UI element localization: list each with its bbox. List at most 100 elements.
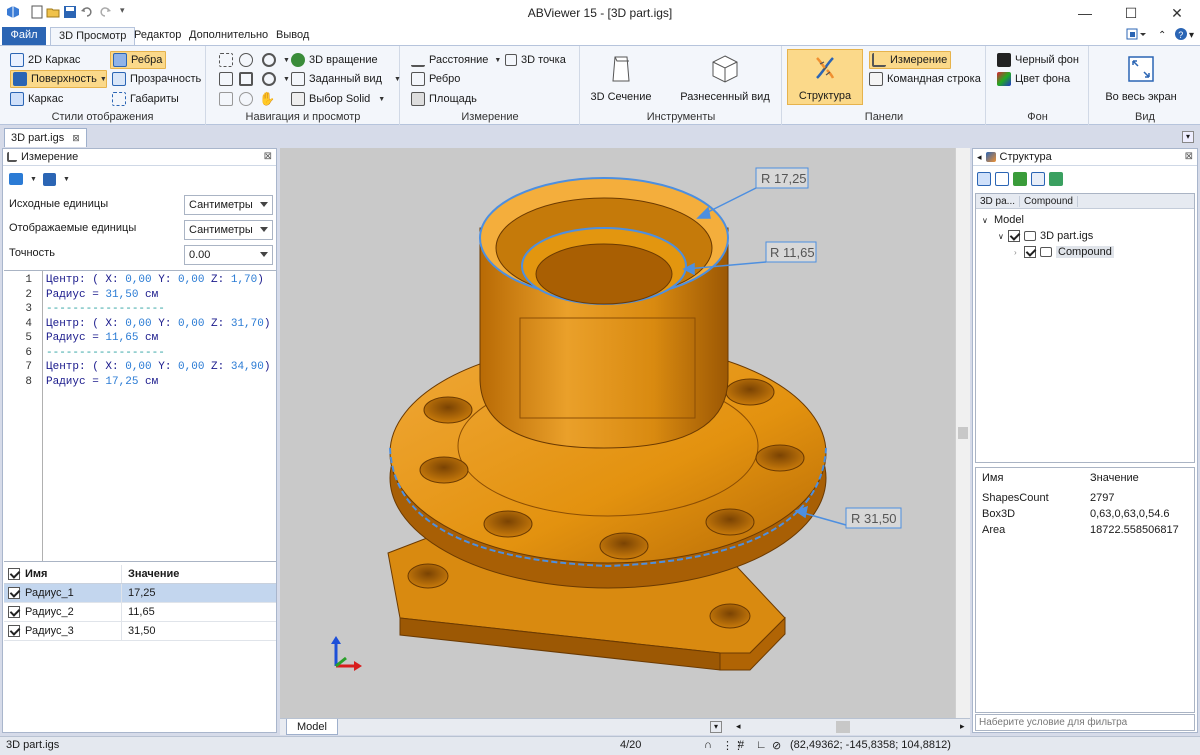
table-row[interactable]: Радиус_3 31,50 [4, 622, 276, 641]
precision-select[interactable]: 0.00 [184, 245, 273, 265]
tab-file[interactable]: Файл [2, 27, 46, 45]
close-button[interactable]: ✕ [1154, 0, 1200, 26]
tab-advanced[interactable]: Дополнительно [181, 27, 276, 45]
wireframe-button[interactable]: Каркас [10, 90, 63, 108]
model-layout-tab[interactable]: Model [286, 719, 338, 735]
lineweight-icon[interactable]: ⊘ [772, 739, 781, 752]
collapse-icon[interactable]: ∨ [998, 232, 1008, 241]
filter-input[interactable]: Наберите условие для фильтра [975, 714, 1195, 731]
table-row[interactable]: Радиус_2 11,65 [4, 603, 276, 622]
svg-text:R 31,50: R 31,50 [851, 511, 897, 526]
fullscreen-button[interactable]: Во весь экран [1100, 49, 1182, 105]
prop-row[interactable]: ShapesCount 2797 [982, 492, 1114, 508]
row-checkbox[interactable] [8, 606, 20, 618]
refresh-icon[interactable] [1013, 172, 1027, 186]
close-panel-icon[interactable]: ⊠ [1185, 151, 1193, 162]
measurement-output-editor[interactable]: 1 2 3 4 5 6 7 8 Центр: ( X: 0,00 Y: 0,00 Z: 1,7… [4, 270, 276, 562]
maximize-button[interactable]: ☐ [1108, 0, 1154, 26]
tree-node-compound[interactable]: › Compound [1014, 244, 1114, 260]
export-tree-icon[interactable] [1049, 172, 1063, 186]
prop-row[interactable]: Area 18722.558506817 [982, 524, 1179, 540]
tree-view-icon[interactable] [977, 172, 991, 186]
tab-editor[interactable]: Редактор [126, 27, 189, 45]
preset-view-button[interactable]: Заданный вид ▼ [291, 70, 401, 88]
scroll-thumb[interactable] [958, 427, 968, 439]
zoom-in-icon[interactable]: ▼ [262, 51, 290, 69]
zoom-window-icon[interactable] [219, 51, 237, 69]
point-3d-button[interactable]: 3D точка [505, 51, 566, 69]
preset-view-icon [291, 72, 305, 86]
prop-row[interactable]: Box3D 0,63,0,63,0,54.6 [982, 508, 1170, 524]
fit-view-icon[interactable] [239, 70, 257, 88]
zoom-realtime-icon[interactable] [239, 51, 257, 69]
expand-icon[interactable]: › [1014, 248, 1024, 257]
group-label-styles: Стили отображения [51, 111, 154, 123]
visibility-checkbox[interactable] [1024, 246, 1036, 258]
grid-icon[interactable]: # [738, 739, 744, 751]
table-row[interactable]: Радиус_1 17,25 [4, 584, 276, 603]
pin-icon[interactable]: ◂ [977, 152, 982, 163]
section-3d-button[interactable]: 3D Сечение [589, 49, 653, 105]
transparency-button[interactable]: Прозрачность [112, 70, 201, 88]
visibility-checkbox[interactable] [1008, 230, 1020, 242]
solid-select-button[interactable]: Выбор Solid ▼ [291, 90, 385, 108]
ribbon-tabs: Файл 3D Просмотр Редактор Дополнительно … [0, 26, 1200, 45]
select-all-checkbox[interactable] [8, 568, 20, 580]
command-line-button[interactable]: Командная строка [869, 70, 981, 88]
document-tab[interactable]: 3D part.igs ⊠ [4, 128, 87, 147]
row-checkbox[interactable] [8, 625, 20, 637]
help-dropdown-icon[interactable]: ▾ [1181, 27, 1200, 45]
bounds-button[interactable]: Габариты [112, 90, 179, 108]
surface-dropdown-icon[interactable]: ▼ [100, 76, 107, 83]
columns-icon[interactable] [995, 172, 1009, 186]
tab-output[interactable]: Вывод [268, 27, 317, 45]
minimize-button[interactable]: — [1062, 0, 1108, 26]
ortho-icon[interactable]: ∟ [756, 739, 767, 751]
close-panel-icon[interactable]: ⊠ [264, 151, 272, 162]
save-measure-button[interactable]: ▼ [43, 170, 70, 188]
structure-tree[interactable]: 3D pa... Compound ∨ Model ∨ 3D part.igs › C… [975, 193, 1195, 463]
close-tab-icon[interactable]: ⊠ [72, 133, 80, 144]
pan-hand-icon[interactable]: ✋ [259, 90, 275, 108]
black-background-button[interactable]: Черный фон [997, 51, 1079, 69]
group-tools: 3D Сечение Разнесенный вид Инструменты [581, 46, 782, 125]
3d-model-render[interactable]: R 17,25 R 11,65 R 31,50 [280, 148, 955, 718]
snap-magnet-icon[interactable]: ∩ [704, 739, 712, 751]
tab-list-icon[interactable]: ▾ [1182, 131, 1194, 143]
area-icon [411, 92, 425, 106]
ribbon: 2D Каркас Поверхность ▼ Каркас Ребра Проз… [0, 45, 1200, 125]
exploded-view-button[interactable]: Разнесенный вид [677, 49, 773, 105]
chevron-down-icon [260, 202, 268, 207]
collapse-icon[interactable]: ∨ [982, 216, 994, 225]
tree-node-model[interactable]: ∨ Model [982, 212, 1024, 228]
viewport-vertical-scrollbar[interactable] [955, 148, 970, 718]
tree-node-file[interactable]: ∨ 3D part.igs [998, 228, 1093, 244]
edge-button[interactable]: Ребро [411, 70, 460, 88]
scroll-right-icon[interactable]: ▸ [960, 721, 965, 732]
area-button[interactable]: Площадь [411, 90, 477, 108]
group-panels: Структура Измерение Командная строка Пан… [783, 46, 986, 125]
edges-button[interactable]: Ребра [110, 51, 166, 69]
zoom-extents-icon[interactable] [219, 70, 237, 88]
background-color-button[interactable]: Цвет фона [997, 70, 1070, 88]
properties-icon[interactable] [1031, 172, 1045, 186]
surface-button[interactable]: Поверхность ▼ [10, 70, 107, 88]
horizontal-scroll-thumb[interactable] [836, 721, 850, 733]
tab-3d-view[interactable]: 3D Просмотр [50, 27, 136, 45]
open-measure-button[interactable]: ▼ [9, 170, 37, 188]
row-checkbox[interactable] [8, 587, 20, 599]
wireframe-2d-button[interactable]: 2D Каркас [10, 51, 80, 69]
source-units-select[interactable]: Сантиметры [184, 195, 273, 215]
display-units-select[interactable]: Сантиметры [184, 220, 273, 240]
layout-list-icon[interactable]: ▾ [710, 721, 722, 733]
distance-button[interactable]: Расстояние ▼ [411, 51, 501, 69]
scroll-left-icon[interactable]: ◂ [736, 721, 741, 732]
zoom-previous-icon[interactable] [239, 90, 257, 108]
rotate-3d-button[interactable]: 3D вращение [291, 51, 378, 69]
rotate-view-icon[interactable] [219, 90, 237, 108]
measurement-panel-button[interactable]: Измерение [869, 51, 951, 69]
structure-button[interactable]: Структура [787, 49, 863, 105]
zoom-out-icon[interactable]: ▼ [262, 70, 290, 88]
edges-icon [113, 53, 127, 67]
3d-viewport[interactable]: R 17,25 R 11,65 R 31,50 [280, 148, 955, 718]
